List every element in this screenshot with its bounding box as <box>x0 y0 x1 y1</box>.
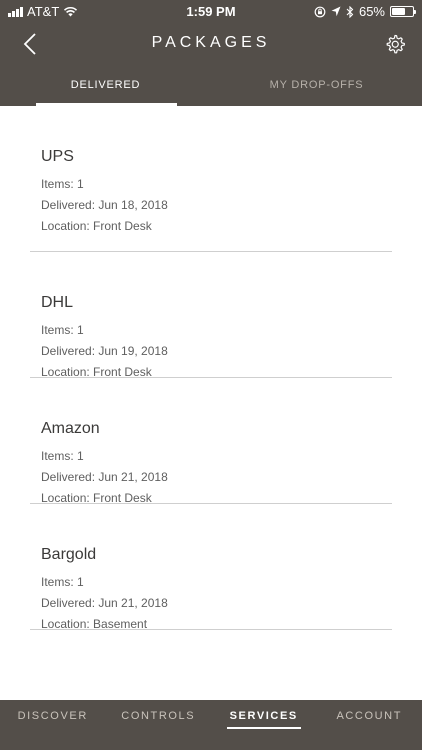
package-delivered: Delivered: Jun 21, 2018 <box>41 470 168 484</box>
battery-icon <box>390 6 416 17</box>
package-card[interactable]: DHL Items: 1 Delivered: Jun 19, 2018 Loc… <box>30 252 392 379</box>
package-carrier: DHL <box>41 294 74 311</box>
tab-my-drop-offs-label: MY DROP-OFFS <box>269 79 364 91</box>
gear-icon <box>386 34 405 54</box>
status-bar: AT&T 1:59 PM 65% <box>0 0 422 24</box>
nav-controls[interactable]: CONTROLS <box>106 700 212 750</box>
nav-account-label: ACCOUNT <box>336 710 403 722</box>
nav-account[interactable]: ACCOUNT <box>317 700 422 750</box>
package-delivered: Delivered: Jun 19, 2018 <box>41 344 168 358</box>
nav-discover[interactable]: DISCOVER <box>0 700 106 750</box>
tab-delivered[interactable]: DELIVERED <box>0 66 211 106</box>
tab-delivered-label: DELIVERED <box>70 79 141 91</box>
package-delivered: Delivered: Jun 18, 2018 <box>41 198 168 212</box>
package-card[interactable]: UPS Items: 1 Delivered: Jun 18, 2018 Loc… <box>30 106 392 252</box>
package-carrier: UPS <box>41 148 74 165</box>
package-delivered: Delivered: Jun 21, 2018 <box>41 596 168 610</box>
lock-rotation-icon <box>314 6 326 17</box>
nav-active-indicator <box>227 727 301 729</box>
package-card[interactable]: Amazon Items: 1 Delivered: Jun 21, 2018 … <box>30 378 392 505</box>
package-location: Location: Basement <box>41 617 148 631</box>
nav-controls-label: CONTROLS <box>121 710 196 722</box>
package-items: Items: 1 <box>41 177 84 191</box>
settings-button[interactable] <box>382 31 408 57</box>
page-title: PACKAGES <box>151 34 271 51</box>
package-carrier: Bargold <box>41 546 97 563</box>
package-items: Items: 1 <box>41 449 84 463</box>
package-items: Items: 1 <box>41 575 84 589</box>
package-card[interactable]: Bargold Items: 1 Delivered: Jun 21, 2018… <box>30 504 392 631</box>
package-location: Location: Front Desk <box>41 219 152 233</box>
bluetooth-icon <box>346 5 354 18</box>
location-icon <box>331 6 341 17</box>
bottom-nav: DISCOVER CONTROLS SERVICES ACCOUNT <box>0 700 422 750</box>
tab-bar: DELIVERED MY DROP-OFFS <box>0 66 422 106</box>
nav-services-label: SERVICES <box>229 710 298 722</box>
nav-services[interactable]: SERVICES <box>211 700 317 750</box>
package-carrier: Amazon <box>41 420 100 437</box>
nav-bar: PACKAGES <box>0 24 422 64</box>
package-items: Items: 1 <box>41 323 84 337</box>
nav-discover-label: DISCOVER <box>17 710 88 722</box>
tab-my-drop-offs[interactable]: MY DROP-OFFS <box>211 66 422 106</box>
battery-percent: 65% <box>358 4 385 19</box>
app-header: AT&T 1:59 PM 65% PACKAGES DELIVERED MY D… <box>0 0 422 106</box>
package-list: UPS Items: 1 Delivered: Jun 18, 2018 Loc… <box>0 106 422 631</box>
